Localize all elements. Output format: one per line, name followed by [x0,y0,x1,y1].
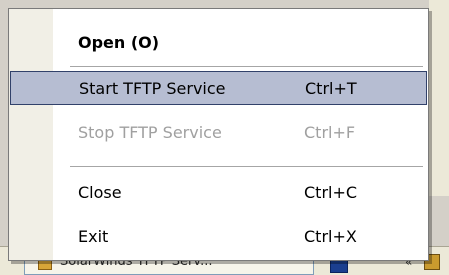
menu-item-label: Close [78,183,122,202]
menu-item-shortcut: Ctrl+X [304,227,357,246]
menu-item-label: Open (O) [78,33,160,52]
menu-item-shortcut: Ctrl+C [304,183,358,202]
menu-item-exit[interactable]: Exit Ctrl+X [10,220,427,252]
menu-item-stop-tftp-service[interactable]: Stop TFTP Service Ctrl+F [10,116,427,148]
menu-separator [70,166,423,167]
menu-item-close[interactable]: Close Ctrl+C [10,176,427,208]
menu-item-label: Start TFTP Service [79,79,226,98]
menu-separator [70,66,423,67]
menu-item-shortcut: Ctrl+T [305,79,357,98]
menu-item-label: Exit [78,227,109,246]
desktop-region: SolarWinds TFTP Serv... « Open (O) Start… [0,0,449,275]
menu-item-start-tftp-service[interactable]: Start TFTP Service Ctrl+T [10,71,427,105]
menu-item-shortcut: Ctrl+F [304,123,356,142]
context-menu: Open (O) Start TFTP Service Ctrl+T Stop … [8,8,429,261]
menu-item-label: Stop TFTP Service [78,123,222,142]
menu-item-open[interactable]: Open (O) [10,26,427,58]
